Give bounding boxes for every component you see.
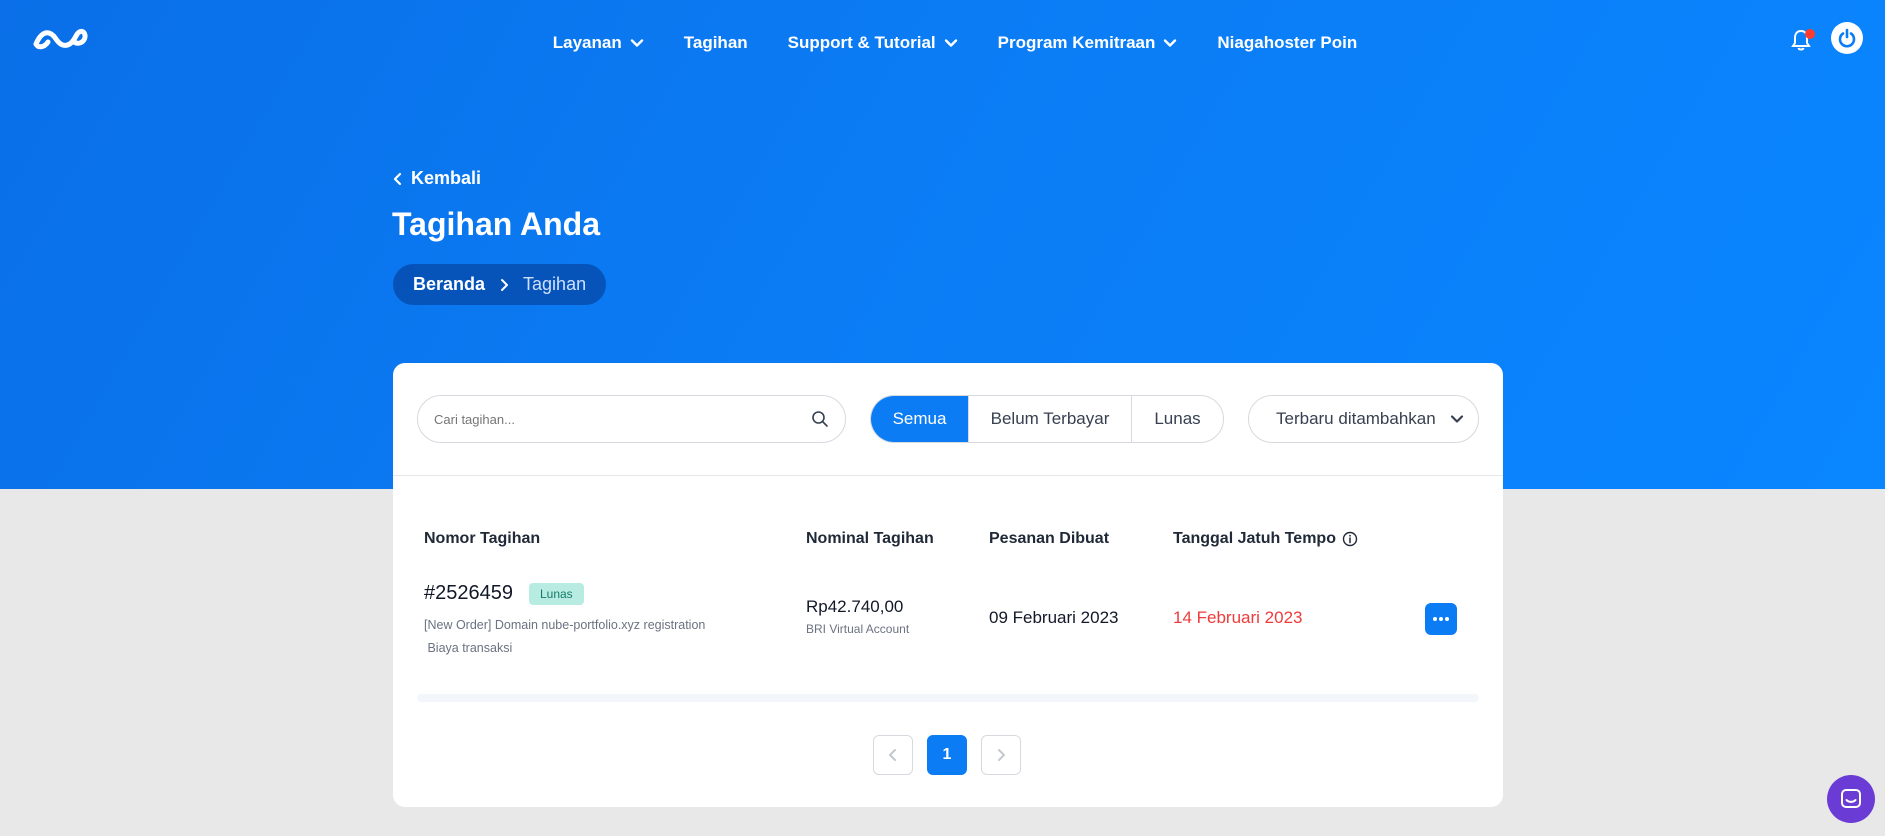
status-badge: Lunas <box>528 582 584 605</box>
chevron-down-icon <box>1164 39 1177 47</box>
status-filter: Semua Belum Terbayar Lunas <box>870 395 1224 443</box>
search-icon[interactable] <box>811 410 829 428</box>
nav-label: Tagihan <box>683 33 748 52</box>
header-nomor-tagihan: Nomor Tagihan <box>424 530 541 547</box>
chevron-left-icon <box>889 749 896 761</box>
breadcrumb-current: Tagihan <box>523 274 587 294</box>
top-nav: Layanan Tagihan Support & Tutorial Progr… <box>0 28 1885 58</box>
pagination: 1 <box>873 735 1021 775</box>
nav-niagahoster-poin[interactable]: Niagahoster Poin <box>1217 28 1357 58</box>
header-nominal-tagihan: Nominal Tagihan <box>806 530 934 547</box>
header-jatuh-tempo-label: Tanggal Jatuh Tempo <box>1173 530 1336 547</box>
filter-semua[interactable]: Semua <box>871 396 968 442</box>
nav-label: Support & Tutorial <box>787 33 936 52</box>
chevron-left-icon <box>393 172 402 185</box>
nav-label: Program Kemitraan <box>997 33 1156 52</box>
row-divider <box>417 694 1479 702</box>
invoice-amount: Rp42.740,00 <box>806 597 904 616</box>
page-1-button[interactable]: 1 <box>927 735 967 775</box>
nav-label: Layanan <box>552 33 622 52</box>
breadcrumb-home[interactable]: Beranda <box>413 274 485 295</box>
search-input[interactable] <box>434 411 811 427</box>
notification-dot <box>1805 29 1815 39</box>
payment-method: BRI Virtual Account <box>806 622 910 636</box>
due-date: 14 Februari 2023 <box>1173 608 1303 627</box>
header-jatuh-tempo: Tanggal Jatuh Tempo <box>1173 530 1358 548</box>
order-created-date: 09 Februari 2023 <box>989 608 1119 627</box>
chevron-down-icon <box>630 39 643 47</box>
header-pesanan-dibuat: Pesanan Dibuat <box>989 530 1110 547</box>
nav-support-tutorial[interactable]: Support & Tutorial <box>788 28 958 58</box>
sort-dropdown[interactable]: Terbaru ditambahkan <box>1248 395 1479 443</box>
filter-belum-terbayar[interactable]: Belum Terbayar <box>968 396 1131 442</box>
invoice-number-cell: #2526459 Lunas <box>424 582 584 605</box>
invoice-card: Semua Belum Terbayar Lunas Terbaru ditam… <box>393 363 1503 807</box>
nav-label: Niagahoster Poin <box>1217 33 1358 52</box>
more-actions-button[interactable] <box>1425 603 1457 635</box>
info-icon[interactable] <box>1342 531 1358 547</box>
breadcrumb: Beranda Tagihan <box>393 264 607 305</box>
chevron-down-icon <box>944 39 957 47</box>
chevron-right-icon <box>501 278 509 291</box>
nav-program-kemitraan[interactable]: Program Kemitraan <box>998 28 1178 58</box>
invoice-toolbar: Semua Belum Terbayar Lunas Terbaru ditam… <box>393 363 1503 476</box>
power-button[interactable] <box>1831 22 1863 54</box>
invoice-desc-line: [New Order] Domain nube-portfolio.xyz re… <box>424 618 706 632</box>
next-page-button[interactable] <box>981 735 1021 775</box>
back-label: Kembali <box>411 168 482 188</box>
chat-launcher-button[interactable] <box>1827 775 1875 823</box>
invoice-description: [New Order] Domain nube-portfolio.xyz re… <box>424 614 705 660</box>
page-title: Tagihan Anda <box>392 206 600 242</box>
chevron-down-icon <box>1450 415 1464 423</box>
invoice-number[interactable]: #2526459 <box>424 582 513 605</box>
ellipsis-icon <box>1433 617 1449 621</box>
filter-lunas[interactable]: Lunas <box>1131 396 1223 442</box>
chevron-right-icon <box>998 749 1005 761</box>
sort-label: Terbaru ditambahkan <box>1276 409 1436 428</box>
nav-tagihan[interactable]: Tagihan <box>684 28 748 58</box>
chat-icon <box>1841 789 1861 808</box>
invoice-desc-line: Biaya transaksi <box>424 641 513 655</box>
power-icon <box>1838 28 1856 48</box>
prev-page-button[interactable] <box>873 735 913 775</box>
nav-layanan[interactable]: Layanan <box>553 28 644 58</box>
search-box <box>417 395 846 443</box>
back-link[interactable]: Kembali <box>393 168 481 189</box>
